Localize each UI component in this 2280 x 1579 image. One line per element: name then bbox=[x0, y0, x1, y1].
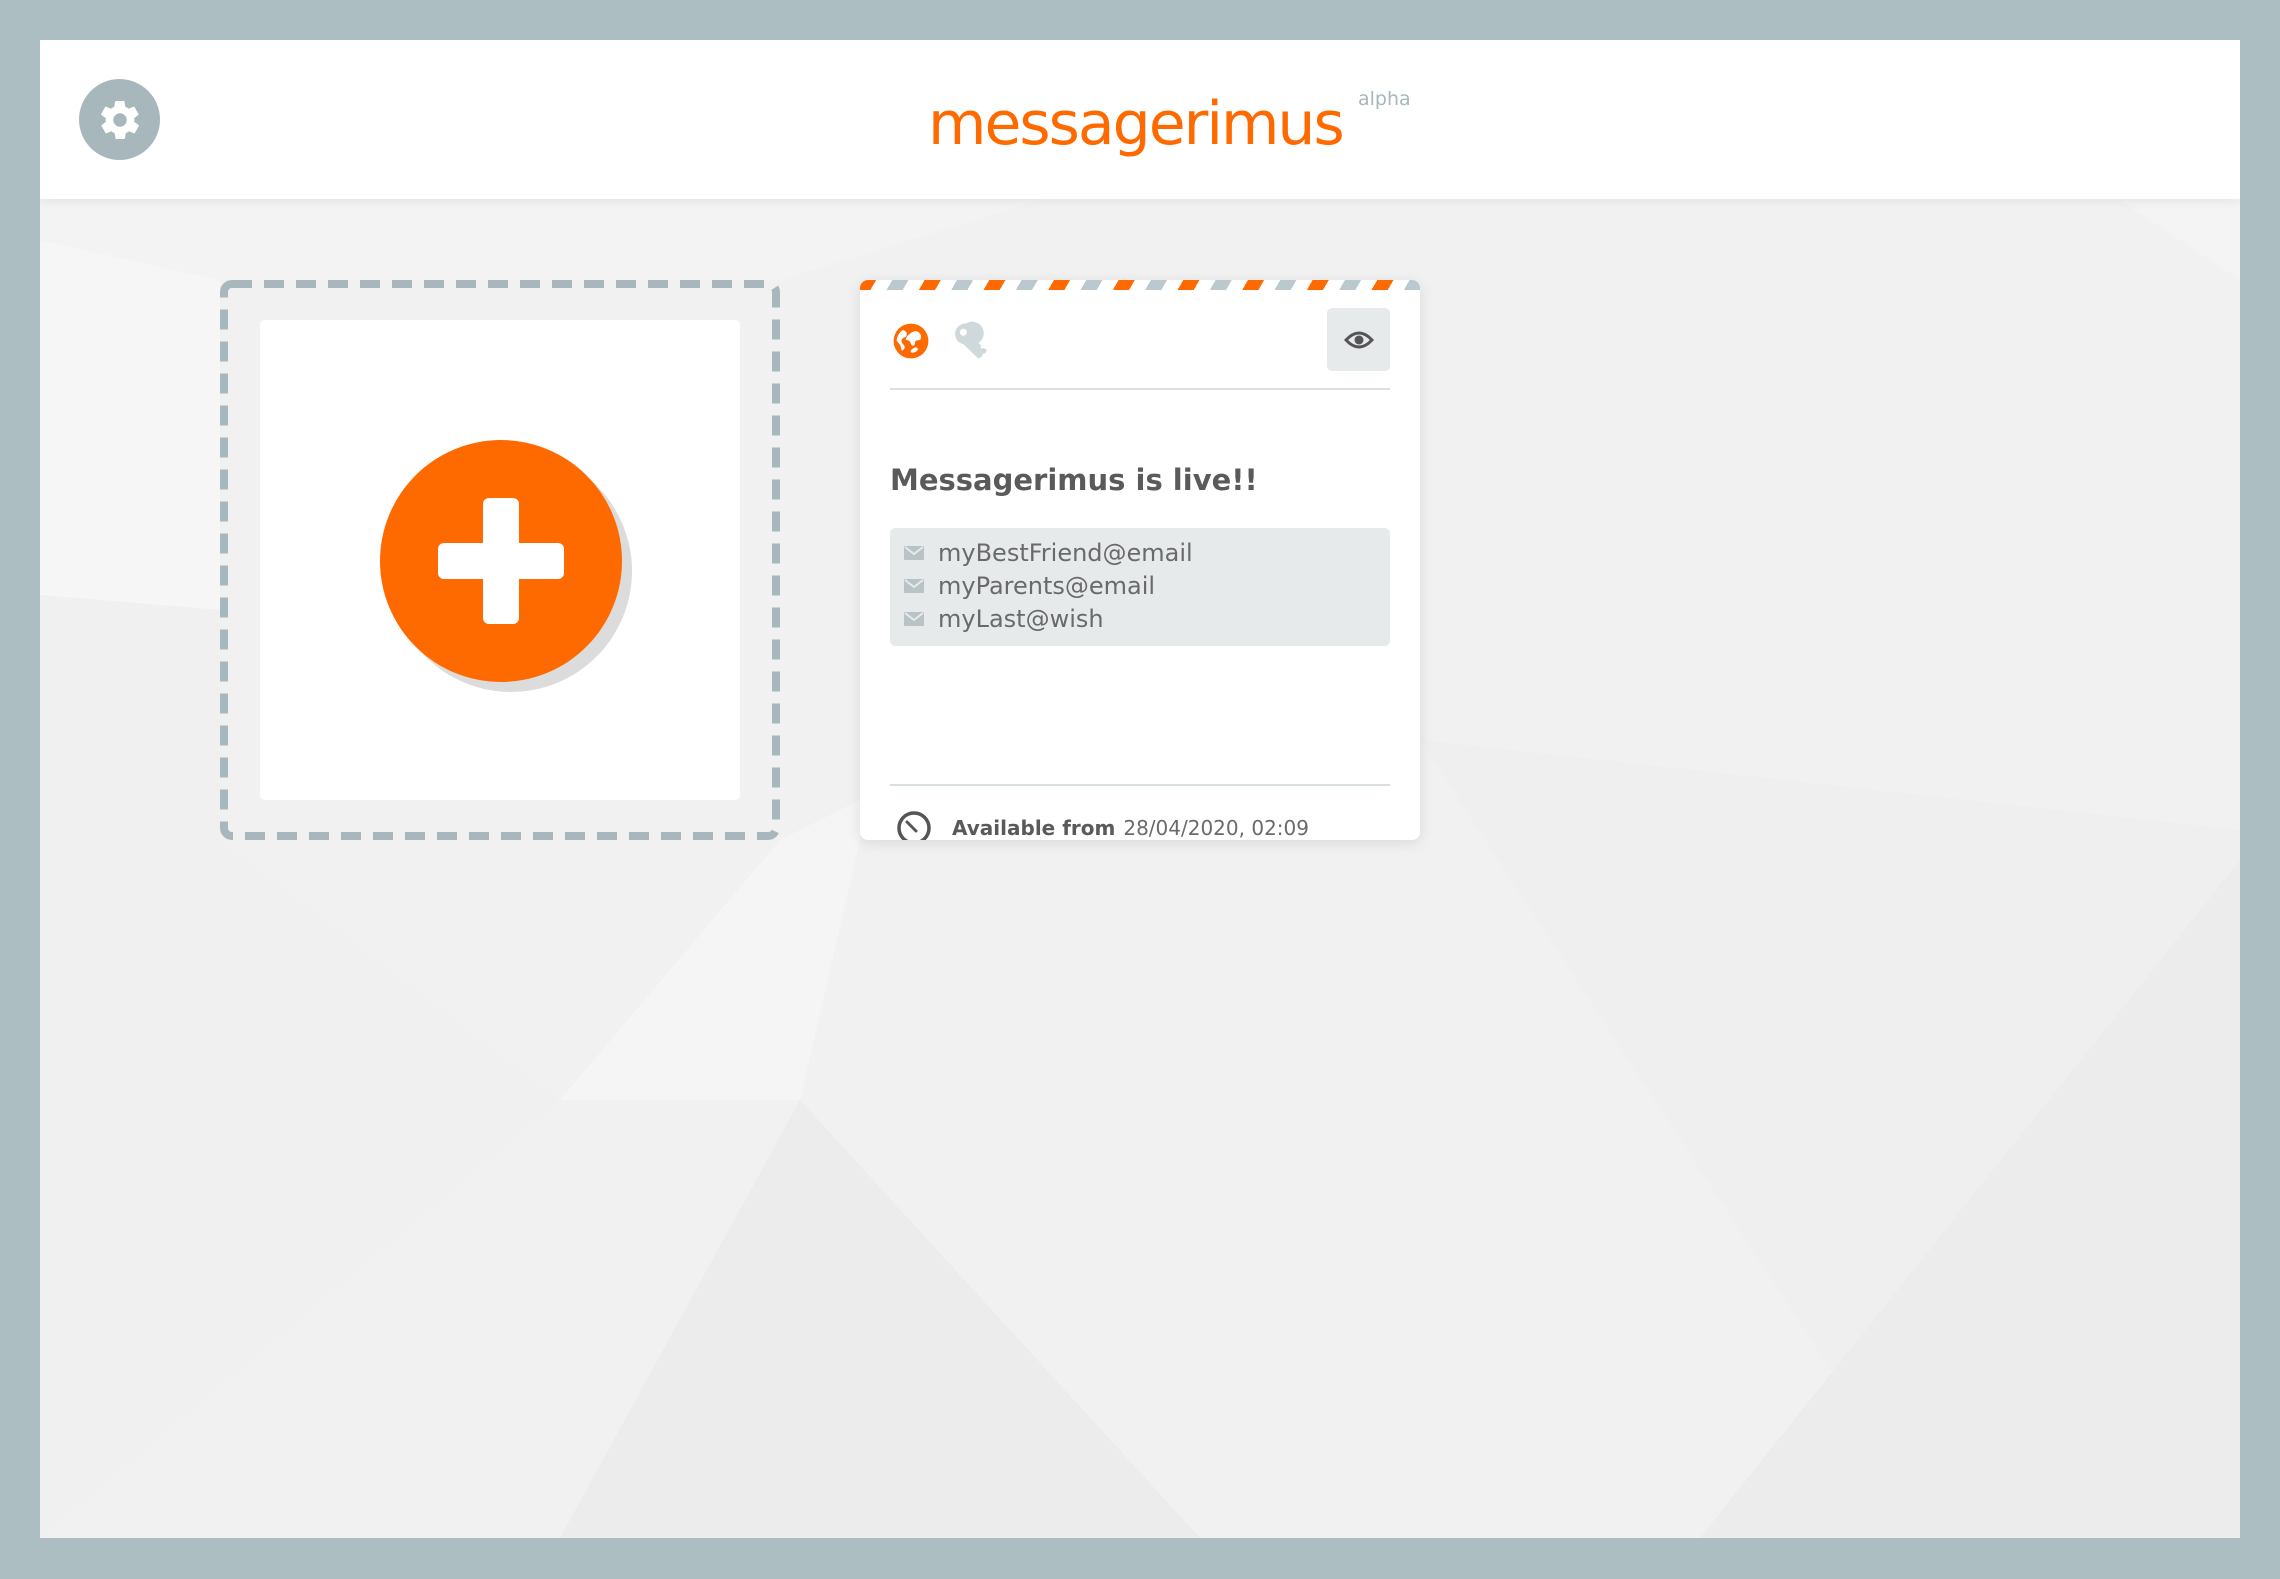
brand-tag: alpha bbox=[1358, 88, 1411, 110]
recipient-item: myBestFriend@email bbox=[890, 536, 1390, 569]
mail-icon bbox=[904, 611, 924, 626]
recipient-email: myBestFriend@email bbox=[938, 538, 1193, 567]
card-toolbar bbox=[890, 308, 1390, 371]
recipient-list: myBestFriend@email myParents@email myLas… bbox=[890, 528, 1390, 646]
recipient-item: myParents@email bbox=[890, 569, 1390, 602]
brand-name: messagerimus bbox=[928, 89, 1345, 159]
mail-icon bbox=[904, 578, 924, 593]
card-divider-bottom bbox=[890, 784, 1390, 786]
available-datetime: 28/04/2020, 02:09 bbox=[1123, 816, 1309, 840]
new-message-card[interactable] bbox=[260, 320, 740, 800]
app-frame: messagerimus alpha Messagerimus is live!… bbox=[40, 40, 2240, 1538]
recipient-email: myParents@email bbox=[938, 571, 1156, 600]
recipient-email: myLast@wish bbox=[938, 604, 1104, 633]
settings-button[interactable] bbox=[79, 79, 160, 160]
mail-icon bbox=[904, 545, 924, 560]
message-card[interactable]: Messagerimus is live!! myBestFriend@emai… bbox=[860, 280, 1420, 840]
globe-icon bbox=[893, 323, 929, 359]
card-divider-top bbox=[890, 388, 1390, 390]
brand-logo: messagerimus alpha bbox=[928, 84, 1411, 164]
message-title: Messagerimus is live!! bbox=[890, 463, 1258, 497]
airmail-stripe bbox=[860, 280, 1420, 290]
app-header: messagerimus alpha bbox=[40, 40, 2240, 199]
key-icon bbox=[955, 321, 987, 359]
add-message-button[interactable] bbox=[380, 440, 622, 682]
eye-icon bbox=[1343, 331, 1374, 348]
clock-icon bbox=[897, 811, 931, 840]
availability-row: Available from 28/04/2020, 02:09 bbox=[890, 808, 1390, 840]
recipient-item: myLast@wish bbox=[890, 602, 1390, 635]
available-label: Available from bbox=[952, 816, 1116, 840]
gear-icon bbox=[100, 100, 139, 139]
preview-button[interactable] bbox=[1327, 308, 1390, 371]
